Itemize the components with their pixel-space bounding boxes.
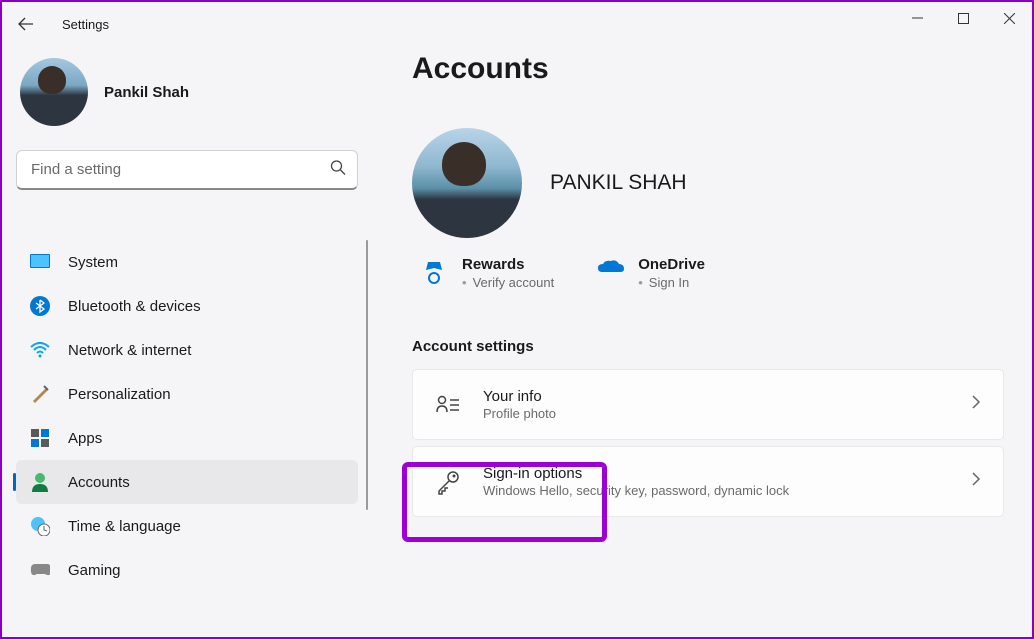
sidebar-item-label: Personalization <box>68 386 171 403</box>
setting-sub: Profile photo <box>483 406 949 421</box>
sidebar-item-label: Network & internet <box>68 342 191 359</box>
close-button[interactable] <box>986 2 1032 34</box>
active-indicator <box>13 473 16 491</box>
paintbrush-icon <box>30 384 50 404</box>
sidebar: Pankil Shah System Bluetooth & devices N <box>2 46 372 637</box>
sidebar-item-bluetooth[interactable]: Bluetooth & devices <box>16 284 358 328</box>
arrow-left-icon <box>18 16 34 32</box>
sidebar-item-label: Accounts <box>68 474 130 491</box>
apps-icon <box>30 428 50 448</box>
person-icon <box>30 472 50 492</box>
sidebar-item-time[interactable]: Time & language <box>16 504 358 548</box>
onedrive-icon <box>596 258 624 286</box>
search-icon <box>330 160 346 181</box>
onedrive-sub: Sign In <box>638 275 705 290</box>
sidebar-item-personalization[interactable]: Personalization <box>16 372 358 416</box>
rewards-icon <box>420 258 448 286</box>
user-profile[interactable]: Pankil Shah <box>16 46 358 150</box>
rewards-card[interactable]: Rewards Verify account <box>420 256 554 290</box>
sidebar-item-accounts[interactable]: Accounts <box>16 460 358 504</box>
sidebar-item-system[interactable]: System <box>16 240 358 284</box>
search-input[interactable] <box>16 150 358 190</box>
onedrive-card[interactable]: OneDrive Sign In <box>596 256 705 290</box>
account-hero: PANKIL SHAH <box>412 128 1004 238</box>
hero-name: PANKIL SHAH <box>550 171 687 195</box>
wifi-icon <box>30 340 50 360</box>
system-icon <box>30 252 50 272</box>
rewards-title: Rewards <box>462 256 554 273</box>
section-label: Account settings <box>412 338 1004 355</box>
sidebar-item-label: System <box>68 254 118 271</box>
scrollbar[interactable] <box>366 240 368 510</box>
sidebar-item-label: Time & language <box>68 518 181 535</box>
user-name: Pankil Shah <box>104 84 189 101</box>
your-info-icon <box>435 392 461 418</box>
hero-avatar <box>412 128 522 238</box>
back-button[interactable] <box>10 8 42 40</box>
setting-sub: Windows Hello, security key, password, d… <box>483 483 949 498</box>
onedrive-title: OneDrive <box>638 256 705 273</box>
app-title: Settings <box>62 17 109 32</box>
globe-clock-icon <box>30 516 50 536</box>
maximize-icon <box>958 13 969 24</box>
sidebar-item-apps[interactable]: Apps <box>16 416 358 460</box>
user-avatar <box>20 58 88 126</box>
close-icon <box>1004 13 1015 24</box>
chevron-right-icon <box>971 472 981 491</box>
setting-signin-options[interactable]: Sign-in options Windows Hello, security … <box>412 446 1004 517</box>
gamepad-icon <box>30 560 50 580</box>
content-area: Accounts PANKIL SHAH Rewards Verify acco… <box>372 46 1032 637</box>
sidebar-item-label: Bluetooth & devices <box>68 298 201 315</box>
page-title: Accounts <box>412 52 1004 86</box>
key-icon <box>435 469 461 495</box>
rewards-sub: Verify account <box>462 275 554 290</box>
sidebar-item-label: Gaming <box>68 562 121 579</box>
minimize-button[interactable] <box>894 2 940 34</box>
sidebar-item-label: Apps <box>68 430 102 447</box>
sidebar-item-gaming[interactable]: Gaming <box>16 548 358 592</box>
sidebar-item-network[interactable]: Network & internet <box>16 328 358 372</box>
chevron-right-icon <box>971 395 981 414</box>
setting-your-info[interactable]: Your info Profile photo <box>412 369 1004 440</box>
setting-title: Sign-in options <box>483 465 949 482</box>
setting-title: Your info <box>483 388 949 405</box>
maximize-button[interactable] <box>940 2 986 34</box>
minimize-icon <box>912 13 923 24</box>
bluetooth-icon <box>30 296 50 316</box>
